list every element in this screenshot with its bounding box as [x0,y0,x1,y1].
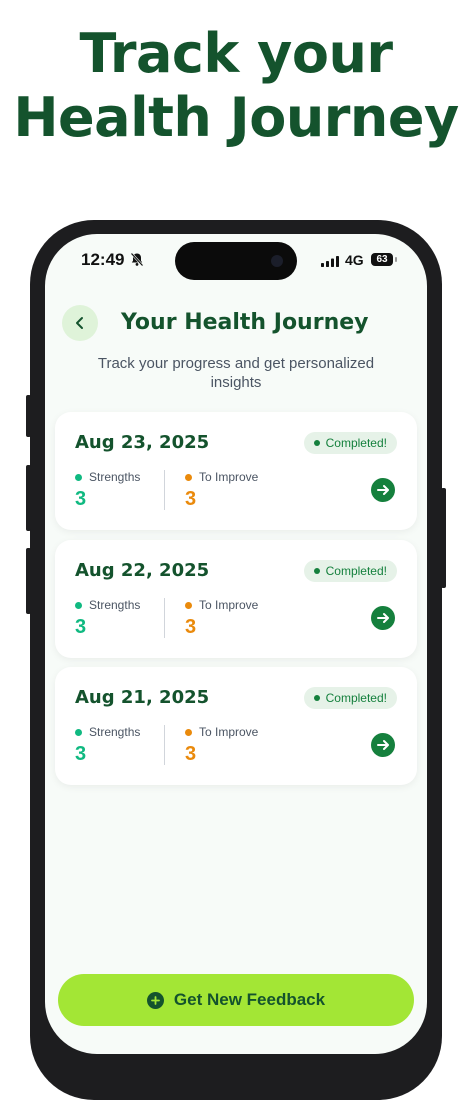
open-session-button[interactable] [371,733,395,757]
network-type: 4G [345,252,364,268]
status-label: Completed! [325,436,387,450]
improve-value: 3 [185,488,197,510]
improve-dot [185,474,192,481]
back-button[interactable] [62,305,98,341]
improve-value: 3 [185,743,197,765]
status-dot [313,568,320,574]
status-label: Completed! [325,691,387,705]
strengths-label: Strengths [89,598,141,612]
improve-value: 3 [185,616,197,638]
headline-line-2: Health Journey [13,86,459,149]
page-subtitle: Track your progress and get personalized… [97,355,375,391]
arrow-right-icon [377,613,389,623]
status-badge: Completed! [303,687,397,709]
phone-action-button [26,395,31,437]
strengths-value: 3 [75,743,87,765]
strengths-dot [75,474,82,481]
camera-icon [271,255,283,267]
strengths-label: Strengths [89,470,141,484]
session-card[interactable]: Aug 22, 2025 Completed! Strengths 3 To I… [55,540,417,658]
improve-label: To Improve [199,725,259,739]
open-session-button[interactable] [371,478,395,502]
session-card[interactable]: Aug 23, 2025 Completed! Strengths 3 To I… [55,412,417,530]
promo-headline: Track your Health Journey [0,22,472,150]
strengths-dot [75,602,82,609]
session-date: Aug 21, 2025 [75,687,210,708]
improve-label: To Improve [199,470,259,484]
session-card[interactable]: Aug 21, 2025 Completed! Strengths 3 To I… [55,667,417,785]
app-screen: 12:49 4G 63 Your Health Journey Track yo… [45,234,427,1054]
headline-line-1: Track your [79,22,393,85]
session-date: Aug 22, 2025 [75,560,210,581]
phone-side-button [441,488,446,588]
back-chevron-icon [76,317,83,329]
page-title: Your Health Journey [121,310,369,335]
phone-volume-down-button [26,548,31,614]
strengths-value: 3 [75,488,87,510]
status-dot [313,695,320,701]
get-new-feedback-button[interactable]: Get New Feedback [58,974,414,1026]
improve-dot [185,602,192,609]
status-badge: Completed! [303,432,397,454]
stat-divider [164,470,165,510]
battery-tip [395,257,397,262]
stat-divider [164,725,165,765]
improve-dot [185,729,192,736]
status-dot [313,440,320,446]
arrow-right-icon [377,485,389,495]
session-date: Aug 23, 2025 [75,432,210,453]
open-session-button[interactable] [371,606,395,630]
cta-label: Get New Feedback [173,990,326,1009]
signal-icon [321,254,340,272]
status-bar: 12:49 4G 63 [45,234,427,290]
strengths-label: Strengths [89,725,141,739]
dynamic-island [175,242,297,280]
status-badge: Completed! [303,560,397,582]
stat-divider [164,598,165,638]
status-label: Completed! [325,564,387,578]
phone-volume-up-button [26,465,31,531]
strengths-dot [75,729,82,736]
battery-icon: 63 [371,253,393,266]
arrow-right-icon [377,740,389,750]
strengths-value: 3 [75,616,87,638]
status-time: 12:49 [81,250,125,269]
improve-label: To Improve [199,598,259,612]
bell-slash-icon [130,252,144,272]
plus-circle-icon [146,991,164,1009]
